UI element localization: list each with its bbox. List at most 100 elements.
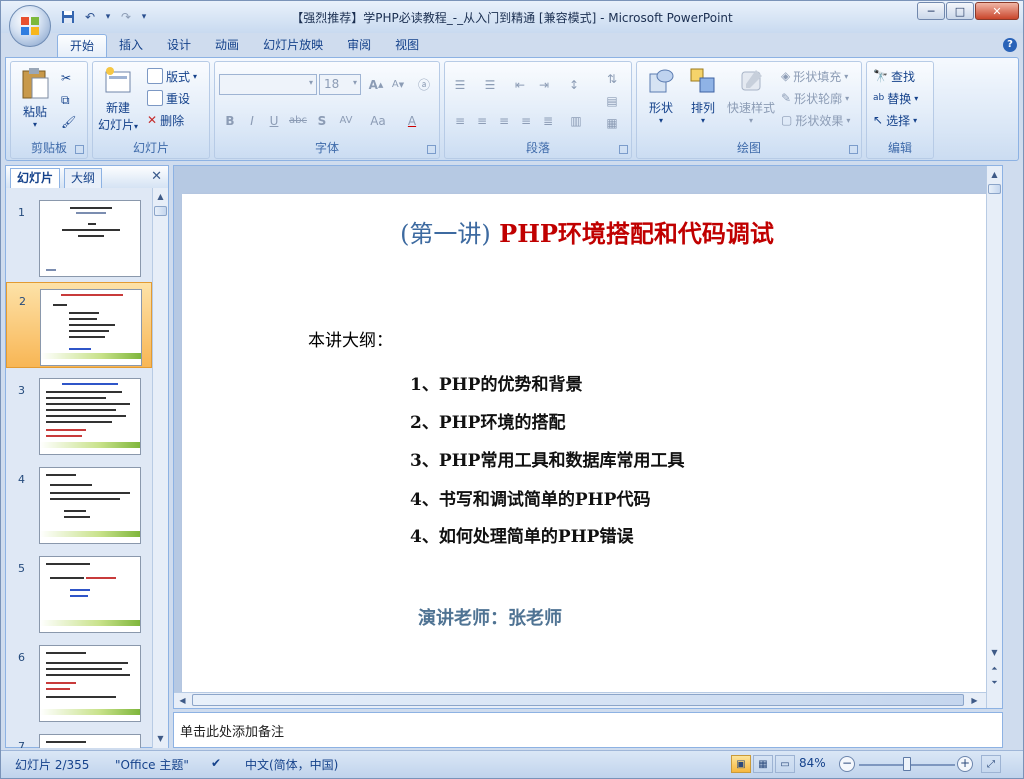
thumbnail-row[interactable]: 4 bbox=[6, 461, 152, 547]
scroll-up-icon[interactable]: ▲ bbox=[988, 168, 1001, 182]
slide-sorter-icon[interactable]: ▦ bbox=[753, 755, 773, 773]
outline-item[interactable]: 3、PHP常用工具和数据库常用工具 bbox=[410, 446, 684, 471]
underline-button[interactable]: U bbox=[263, 110, 285, 131]
outline-item[interactable]: 1、PHP的优势和背景 bbox=[410, 370, 582, 395]
slide-thumbnail[interactable] bbox=[40, 289, 142, 366]
tab-slideshow[interactable]: 幻灯片放映 bbox=[251, 34, 335, 58]
scroll-down-icon[interactable]: ▼ bbox=[988, 646, 1001, 660]
format-painter-icon[interactable]: 🖌 bbox=[61, 112, 76, 132]
numbering-icon[interactable]: ☰ bbox=[479, 74, 501, 95]
clear-format-icon[interactable]: ⓐ bbox=[413, 74, 435, 95]
maximize-button[interactable]: □ bbox=[946, 2, 974, 20]
shrink-font-icon[interactable]: A ▼ bbox=[387, 74, 409, 95]
slideshow-view-icon[interactable]: ▭ bbox=[775, 755, 795, 773]
zoom-out-icon[interactable]: − bbox=[839, 756, 855, 772]
help-icon[interactable]: ? bbox=[1003, 38, 1017, 52]
current-slide[interactable]: (第一讲) PHP环境搭配和代码调试 本讲大纲： 1、PHP的优势和背景 2、P… bbox=[182, 194, 992, 692]
arrange-button[interactable]: 排列 ▾ bbox=[683, 66, 723, 125]
change-case-button[interactable]: Aa bbox=[367, 110, 389, 131]
tab-design[interactable]: 设计 bbox=[155, 34, 203, 58]
smartart-icon[interactable]: ▦ bbox=[601, 112, 623, 133]
select-button[interactable]: ↖ 选择 ▾ bbox=[873, 110, 917, 130]
slide-thumbnail[interactable] bbox=[39, 467, 141, 544]
outline-heading[interactable]: 本讲大纲： bbox=[308, 326, 393, 351]
drawing-launcher-icon[interactable] bbox=[849, 145, 858, 154]
scroll-thumb[interactable] bbox=[192, 694, 964, 706]
line-spacing-icon[interactable]: ↕ bbox=[563, 74, 585, 95]
shapes-button[interactable]: 形状 ▾ bbox=[641, 66, 681, 125]
thumbnail-scrollbar[interactable]: ▲ ▼ bbox=[152, 188, 168, 748]
columns-icon[interactable]: ▥ bbox=[565, 110, 587, 131]
italic-button[interactable]: I bbox=[241, 110, 263, 131]
slide-vertical-scrollbar[interactable]: ▲ ▼ ⏶ ⏷ bbox=[986, 166, 1002, 708]
slide-thumbnail[interactable] bbox=[39, 734, 141, 748]
minimize-button[interactable]: ─ bbox=[917, 2, 945, 20]
tab-review[interactable]: 审阅 bbox=[335, 34, 383, 58]
notes-pane[interactable]: 单击此处添加备注 bbox=[173, 712, 1003, 748]
thumbnail-row[interactable]: 5 bbox=[6, 550, 152, 636]
slide-title[interactable]: (第一讲) PHP环境搭配和代码调试 bbox=[182, 214, 992, 249]
font-launcher-icon[interactable] bbox=[427, 145, 436, 154]
scroll-up-icon[interactable]: ▲ bbox=[154, 190, 167, 204]
decrease-indent-icon[interactable]: ⇤ bbox=[509, 74, 531, 95]
next-slide-icon[interactable]: ⏷ bbox=[988, 676, 1001, 690]
reset-button[interactable]: 重设 bbox=[147, 88, 190, 108]
zoom-level[interactable]: 84% bbox=[799, 756, 826, 770]
cut-icon[interactable]: ✂ bbox=[61, 68, 71, 88]
thumbnail-row[interactable]: 3 bbox=[6, 372, 152, 458]
text-direction-icon[interactable]: ⇅ bbox=[601, 68, 623, 89]
grow-font-icon[interactable]: A ▲ bbox=[365, 74, 387, 95]
shape-outline-button[interactable]: ✎ 形状轮廓 ▾ bbox=[781, 88, 849, 108]
office-button[interactable] bbox=[9, 5, 51, 47]
char-spacing-button[interactable]: AV bbox=[335, 110, 357, 131]
thumbnail-row[interactable]: 7 bbox=[6, 728, 152, 748]
close-pane-icon[interactable]: ✕ bbox=[151, 169, 162, 184]
increase-indent-icon[interactable]: ⇥ bbox=[533, 74, 555, 95]
font-color-button[interactable]: A bbox=[401, 110, 423, 131]
scroll-thumb[interactable] bbox=[988, 184, 1001, 194]
layout-button[interactable]: 版式 ▾ bbox=[147, 66, 197, 86]
tab-view[interactable]: 视图 bbox=[383, 34, 431, 58]
previous-slide-icon[interactable]: ⏶ bbox=[988, 662, 1001, 676]
teacher-name[interactable]: 演讲老师：张老师 bbox=[418, 604, 562, 630]
zoom-slider-thumb[interactable] bbox=[903, 757, 911, 771]
paste-button[interactable]: 粘贴 ▾ bbox=[17, 66, 53, 129]
strikethrough-button[interactable]: abc bbox=[287, 110, 309, 131]
scroll-down-icon[interactable]: ▼ bbox=[154, 732, 167, 746]
justify-icon[interactable]: ≡ bbox=[515, 110, 537, 131]
slide-horizontal-scrollbar[interactable]: ◀ ▶ bbox=[174, 692, 986, 708]
bold-button[interactable]: B bbox=[219, 110, 241, 131]
outline-item[interactable]: 4、书写和调试简单的PHP代码 bbox=[410, 485, 650, 510]
font-name-combo[interactable]: ▾ bbox=[219, 74, 317, 95]
slide-thumbnail[interactable] bbox=[39, 378, 141, 455]
scroll-right-icon[interactable]: ▶ bbox=[968, 694, 981, 708]
shape-effects-button[interactable]: ▢ 形状效果 ▾ bbox=[781, 110, 850, 130]
tab-animation[interactable]: 动画 bbox=[203, 34, 251, 58]
copy-icon[interactable]: ⧉ bbox=[61, 90, 70, 110]
clipboard-launcher-icon[interactable] bbox=[75, 145, 84, 154]
align-right-icon[interactable]: ≡ bbox=[493, 110, 515, 131]
quick-styles-button[interactable]: 快速样式 ▾ bbox=[725, 66, 777, 125]
replace-button[interactable]: ab 替换 ▾ bbox=[873, 88, 918, 108]
shadow-button[interactable]: S bbox=[311, 110, 333, 131]
distribute-icon[interactable]: ≣ bbox=[537, 110, 559, 131]
tab-slides[interactable]: 幻灯片 bbox=[10, 168, 61, 188]
font-size-combo[interactable]: 18 ▾ bbox=[319, 74, 361, 95]
thumbnail-row[interactable]: 6 bbox=[6, 639, 152, 725]
thumbnail-row-selected[interactable]: 2 bbox=[6, 282, 152, 368]
thumbnail-row[interactable]: 1 bbox=[6, 194, 152, 280]
close-button[interactable]: ✕ bbox=[975, 2, 1019, 20]
slide-thumbnail[interactable] bbox=[39, 645, 141, 722]
bullets-icon[interactable]: ☰ bbox=[449, 74, 471, 95]
zoom-in-icon[interactable]: + bbox=[957, 756, 973, 772]
tab-home[interactable]: 开始 bbox=[57, 34, 108, 58]
spellcheck-icon[interactable]: ✔ bbox=[211, 756, 221, 770]
find-button[interactable]: 🔭 查找 bbox=[873, 66, 915, 86]
align-text-icon[interactable]: ▤ bbox=[601, 90, 623, 111]
outline-item[interactable]: 2、PHP环境的搭配 bbox=[410, 408, 565, 433]
align-left-icon[interactable]: ≡ bbox=[449, 110, 471, 131]
shape-fill-button[interactable]: ◈ 形状填充 ▾ bbox=[781, 66, 848, 86]
outline-item[interactable]: 4、如何处理简单的PHP错误 bbox=[410, 522, 633, 547]
new-slide-button[interactable]: 新建 幻灯片▾ bbox=[97, 66, 139, 133]
scroll-left-icon[interactable]: ◀ bbox=[176, 694, 189, 708]
